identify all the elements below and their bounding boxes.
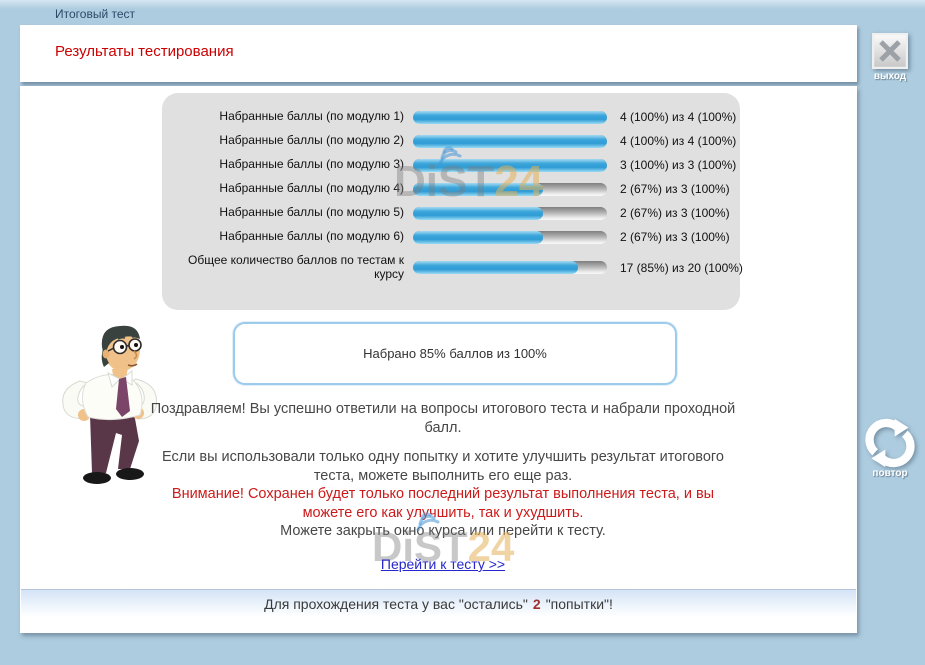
link-row: Перейти к тесту >> [149, 556, 737, 574]
progress-bar-track [413, 183, 607, 196]
module-score: 2 (67%) из 3 (100%) [620, 206, 730, 220]
congrats-text: Поздравляем! Вы успешно ответили на вопр… [149, 400, 737, 437]
summary-score-text: Набрано 85% баллов из 100% [363, 346, 547, 361]
close-info-text: Можете закрыть окно курса или перейти к … [149, 522, 737, 541]
result-messages: Поздравляем! Вы успешно ответили на вопр… [149, 400, 737, 541]
attempts-bar: Для прохождения теста у вас "остались" 2… [21, 589, 856, 617]
progress-bar-track [413, 159, 607, 172]
module-score: 4 (100%) из 4 (100%) [620, 134, 736, 148]
progress-bar-track [413, 135, 607, 148]
module-label: Набранные баллы (по модулю 2) [172, 134, 413, 148]
attempts-count: 2 [533, 596, 541, 612]
progress-bar-track [413, 261, 607, 274]
retry-info-text: Если вы использовали только одну попытку… [149, 448, 737, 485]
exit-button[interactable] [872, 33, 908, 69]
module-label: Набранные баллы (по модулю 3) [172, 158, 413, 172]
progress-bar-fill [413, 183, 543, 196]
progress-bar-track [413, 111, 607, 124]
progress-bar-fill [413, 159, 607, 172]
page-title: Результаты тестирования [55, 43, 234, 60]
score-row: Общее количество баллов по тестам к курс… [172, 254, 730, 282]
window-title: Итоговый тест [55, 7, 135, 21]
summary-score-box: Набрано 85% баллов из 100% [233, 322, 677, 385]
progress-bar-fill [413, 261, 578, 274]
module-label: Набранные баллы (по модулю 5) [172, 206, 413, 220]
progress-bar-fill [413, 111, 607, 124]
module-score: 17 (85%) из 20 (100%) [620, 261, 743, 275]
exit-button-label[interactable]: выход [855, 71, 925, 82]
results-panel: Набранные баллы (по модулю 1) 4 (100%) из… [162, 93, 740, 310]
module-label: Общее количество баллов по тестам к курс… [172, 254, 413, 282]
score-row: Набранные баллы (по модулю 1)4 (100%) из… [172, 110, 730, 124]
progress-bar-track [413, 207, 607, 220]
score-row: Набранные баллы (по модулю 6) 2 (67%) из … [172, 230, 730, 244]
progress-bar-fill [413, 135, 607, 148]
repeat-button[interactable] [864, 417, 916, 469]
score-row: Набранные баллы (по модулю 3)3 (100%) из… [172, 158, 730, 172]
warning-text: Внимание! Сохранен будет только последни… [149, 485, 737, 522]
module-score: 4 (100%) из 4 (100%) [620, 110, 736, 124]
go-to-test-link[interactable]: Перейти к тесту >> [381, 556, 505, 572]
progress-bar-track [413, 231, 607, 244]
score-row: Набранные баллы (по модулю 4) 2 (67%) из … [172, 182, 730, 196]
module-label: Набранные баллы (по модулю 4) [172, 182, 413, 196]
main-panel: Набранные баллы (по модулю 1) 4 (100%) из… [20, 86, 857, 633]
module-score: 3 (100%) из 3 (100%) [620, 158, 736, 172]
progress-bar-fill [413, 231, 543, 244]
repeat-button-label[interactable]: повтор [855, 468, 925, 479]
window-top-strip [0, 0, 925, 9]
module-score: 2 (67%) из 3 (100%) [620, 182, 730, 196]
header-panel: Результаты тестирования [20, 25, 857, 82]
score-row: Набранные баллы (по модулю 2)4 (100%) из… [172, 134, 730, 148]
circular-arrows-icon [870, 419, 911, 467]
attempts-suffix: "попытки"! [546, 596, 613, 612]
module-label: Набранные баллы (по модулю 1) [172, 110, 413, 124]
attempts-prefix: Для прохождения теста у вас "остались" [264, 596, 528, 612]
results-rows: Набранные баллы (по модулю 1) 4 (100%) из… [162, 93, 740, 282]
module-score: 2 (67%) из 3 (100%) [620, 230, 730, 244]
progress-bar-fill [413, 207, 543, 220]
module-label: Набранные баллы (по модулю 6) [172, 230, 413, 244]
score-row: Набранные баллы (по модулю 5) 2 (67%) из … [172, 206, 730, 220]
